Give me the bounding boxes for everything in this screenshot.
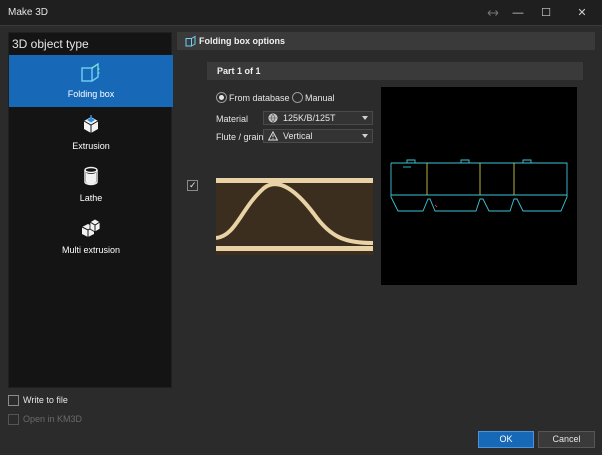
type-item-label: Extrusion bbox=[72, 141, 110, 151]
flute-profile-image bbox=[216, 178, 373, 255]
from-database-label[interactable]: From database bbox=[229, 93, 290, 103]
type-item-folding-box[interactable]: Folding box bbox=[9, 55, 173, 107]
part-header: Part 1 of 1 bbox=[207, 62, 583, 80]
folding-box-icon bbox=[185, 35, 196, 47]
open-in-km3d-label: Open in KM3D bbox=[23, 414, 83, 424]
flute-grain-value: Vertical bbox=[283, 131, 313, 141]
chevron-down-icon bbox=[362, 134, 368, 138]
type-item-extrusion[interactable]: Extrusion bbox=[9, 107, 173, 159]
cancel-button[interactable]: Cancel bbox=[538, 431, 595, 448]
write-to-file-label: Write to file bbox=[23, 395, 68, 405]
material-value: 125K/B/125T bbox=[283, 113, 336, 123]
type-item-multi-extrusion[interactable]: Multi extrusion bbox=[9, 211, 173, 263]
folding-box-icon bbox=[81, 62, 101, 82]
resize-arrows-icon bbox=[487, 10, 499, 16]
chevron-down-icon bbox=[362, 116, 368, 120]
multi-extrusion-icon bbox=[81, 218, 101, 237]
flute-grain-label: Flute / grain bbox=[216, 132, 264, 142]
close-button[interactable]: ✕ bbox=[572, 3, 592, 23]
type-item-label: Folding box bbox=[67, 89, 115, 99]
part-title: Part 1 of 1 bbox=[217, 66, 261, 76]
open-in-km3d-checkbox bbox=[8, 414, 19, 425]
window-title: Make 3D bbox=[8, 7, 49, 18]
manual-label[interactable]: Manual bbox=[305, 93, 335, 103]
ok-button[interactable]: OK bbox=[478, 431, 534, 448]
title-bar: Make 3D — ☐ ✕ bbox=[0, 0, 602, 26]
from-database-radio[interactable] bbox=[216, 92, 227, 103]
flute-grain-dropdown[interactable]: Vertical bbox=[263, 129, 373, 143]
box-dieline-preview bbox=[390, 159, 568, 212]
material-dropdown[interactable]: 125K/B/125T bbox=[263, 111, 373, 125]
folding-box-options-header: Folding box options bbox=[177, 32, 595, 50]
write-to-file-checkbox[interactable] bbox=[8, 395, 19, 406]
object-type-panel: 3D object type Folding box Extrusion Lat… bbox=[8, 32, 173, 388]
checkmark-icon: ✓ bbox=[189, 180, 197, 190]
type-item-label: Multi extrusion bbox=[61, 245, 121, 255]
lathe-icon bbox=[84, 166, 98, 186]
type-item-label: Lathe bbox=[79, 193, 103, 203]
minimize-button[interactable]: — bbox=[508, 3, 528, 23]
type-item-lathe[interactable]: Lathe bbox=[9, 159, 173, 211]
warning-icon bbox=[268, 131, 278, 141]
maximize-button[interactable]: ☐ bbox=[536, 3, 556, 23]
box-preview-canvas bbox=[381, 87, 577, 285]
options-title: Folding box options bbox=[199, 36, 285, 46]
globe-icon bbox=[268, 113, 278, 123]
material-label: Material bbox=[216, 114, 249, 124]
manual-radio[interactable] bbox=[292, 92, 303, 103]
object-type-heading: 3D object type bbox=[12, 37, 89, 51]
flute-enable-checkbox[interactable]: ✓ bbox=[187, 180, 198, 191]
extrusion-icon bbox=[83, 115, 99, 133]
